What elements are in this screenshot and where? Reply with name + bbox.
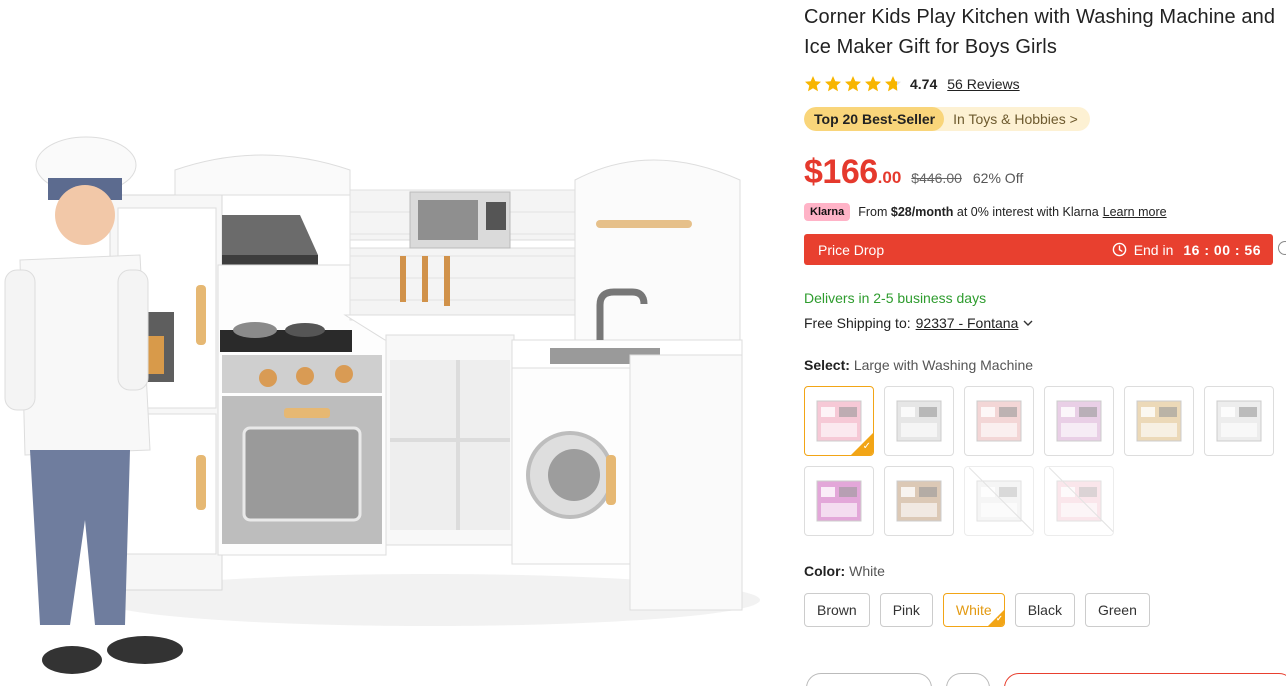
- variant-thumbnail[interactable]: [1044, 386, 1114, 456]
- variant-image: [1136, 400, 1182, 442]
- color-select-value: White: [849, 563, 885, 579]
- price-drop-banner: Price Drop End in 16 : 00 : 56: [804, 234, 1273, 265]
- star-icon: [825, 76, 841, 92]
- star-icon: [865, 76, 881, 92]
- checkmark-icon: ✓: [996, 614, 1003, 623]
- color-option-label: Black: [1027, 602, 1062, 618]
- variant-thumbnail[interactable]: [884, 386, 954, 456]
- quantity-stepper[interactable]: [806, 673, 932, 686]
- color-option-black[interactable]: Black: [1014, 593, 1075, 627]
- variant-image: [896, 400, 942, 442]
- countdown-time: 16 : 00 : 56: [1183, 241, 1261, 258]
- variant-image: [976, 480, 1022, 522]
- original-price: $446.00: [911, 170, 962, 186]
- color-option-label: Pink: [892, 602, 920, 618]
- variant-thumbnail[interactable]: [964, 386, 1034, 456]
- color-option-label: White: [955, 602, 992, 618]
- klarna-amount: $28/month: [890, 205, 954, 219]
- variant-thumbnail[interactable]: [1124, 386, 1194, 456]
- color-select-label: Color: White: [804, 563, 885, 579]
- color-select-title: Color:: [804, 563, 846, 579]
- delivery-estimate: Delivers in 2-5 business days: [804, 290, 987, 306]
- price-row: $166 .00 $446.00 62% Off: [804, 153, 1023, 192]
- rating-stars: [804, 75, 902, 93]
- variant-thumbnail[interactable]: [964, 466, 1034, 536]
- color-option-label: Brown: [817, 602, 857, 618]
- color-option-brown[interactable]: Brown: [804, 593, 870, 627]
- variant-image: [1216, 400, 1262, 442]
- klarna-suffix: at 0% interest with Klarna: [956, 205, 1099, 219]
- bestseller-badge[interactable]: Top 20 Best-Seller In Toys & Hobbies >: [804, 107, 1090, 131]
- star-icon: [885, 76, 901, 92]
- variant-thumbnail[interactable]: [804, 466, 874, 536]
- current-price: $166: [804, 153, 878, 191]
- color-option-label: Green: [1097, 602, 1137, 618]
- shipping-location-link[interactable]: 92337 - Fontana: [916, 315, 1019, 331]
- variant-thumbnail[interactable]: [1204, 386, 1274, 456]
- star-icon: [805, 76, 821, 92]
- rating-row: 4.74 56 Reviews: [804, 73, 1020, 95]
- countdown-timer: End in 16 : 00 : 56: [1112, 242, 1261, 258]
- variant-image: [1056, 480, 1102, 522]
- variant-thumbnails: ✓: [804, 386, 1284, 536]
- kitchen-illustration: [4, 136, 760, 674]
- current-price-cents: .00: [877, 168, 902, 187]
- price-drop-label: Price Drop: [818, 241, 885, 258]
- info-icon[interactable]: [1278, 241, 1286, 255]
- color-option-green[interactable]: Green: [1084, 593, 1150, 627]
- checkmark-icon: ✓: [862, 441, 871, 452]
- color-options: Brown Pink White ✓ Black Green: [804, 593, 1150, 627]
- reviews-link[interactable]: 56 Reviews: [947, 76, 1019, 92]
- klarna-logo: Klarna: [804, 203, 851, 221]
- countdown-end-label: End in: [1133, 241, 1174, 258]
- product-title: Corner Kids Play Kitchen with Washing Ma…: [804, 6, 1276, 58]
- discount-label: 62% Off: [972, 170, 1024, 186]
- rating-value: 4.74: [910, 76, 938, 92]
- klarna-prefix: From: [858, 205, 888, 219]
- variant-select-label: Select: Large with Washing Machine: [804, 357, 1033, 373]
- clock-icon: [1112, 242, 1126, 257]
- variant-select-value: Large with Washing Machine: [853, 357, 1034, 373]
- variant-image: [1056, 400, 1102, 442]
- variant-thumbnail[interactable]: [884, 466, 954, 536]
- product-main-image: [0, 0, 790, 686]
- add-to-cart-button[interactable]: [1004, 673, 1286, 686]
- star-icon: [845, 76, 861, 92]
- klarna-learn-more-link[interactable]: Learn more: [1103, 205, 1167, 219]
- variant-thumbnail[interactable]: ✓: [804, 386, 874, 456]
- bestseller-category-link[interactable]: In Toys & Hobbies >: [944, 111, 1090, 127]
- variant-image: [976, 400, 1022, 442]
- product-info-panel: Corner Kids Play Kitchen with Washing Ma…: [804, 0, 1286, 686]
- wishlist-button[interactable]: [946, 673, 990, 686]
- variant-select-title: Select:: [804, 357, 850, 373]
- shipping-label: Free Shipping to:: [804, 315, 911, 331]
- chevron-down-icon[interactable]: [1022, 317, 1034, 329]
- bestseller-label: Top 20 Best-Seller: [804, 107, 945, 131]
- variant-thumbnail[interactable]: [1044, 466, 1114, 536]
- shipping-row: Free Shipping to: 92337 - Fontana: [804, 315, 1034, 331]
- variant-image: [816, 480, 862, 522]
- variant-image: [896, 480, 942, 522]
- color-option-pink[interactable]: Pink: [879, 593, 933, 627]
- color-option-white[interactable]: White ✓: [942, 593, 1005, 627]
- klarna-financing: Klarna From $28/month at 0% interest wit…: [804, 202, 1167, 222]
